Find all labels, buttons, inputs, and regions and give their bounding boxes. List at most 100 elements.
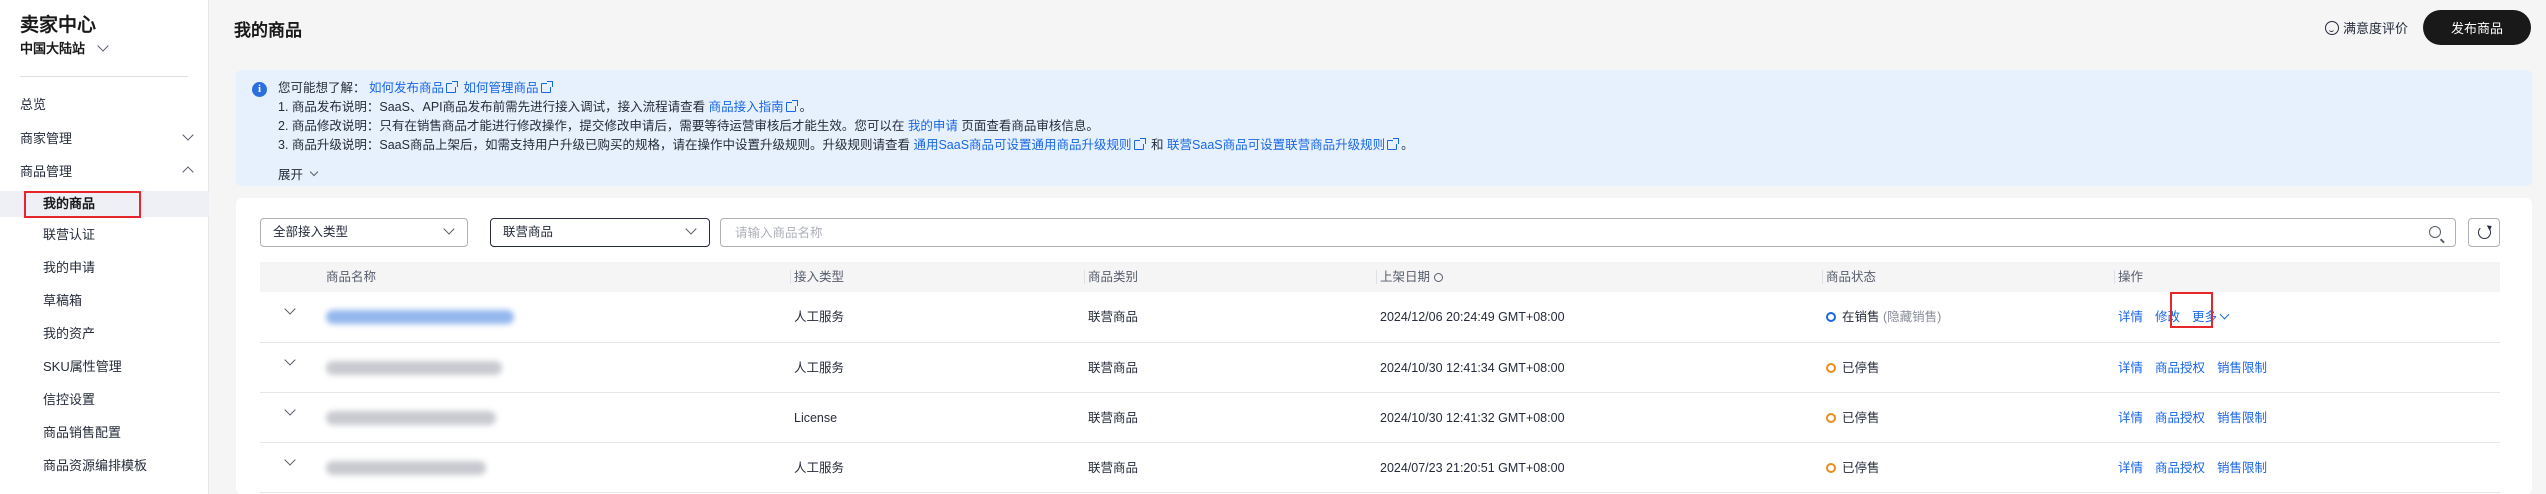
info-icon: i: [252, 82, 267, 97]
banner-line-0: 您可能想了解： 如何发布商品 如何管理商品: [278, 79, 555, 97]
sidebar-item-credit-settings[interactable]: 信控设置: [43, 389, 95, 411]
status-label: 已停售: [1842, 361, 1880, 375]
how-to-manage-link[interactable]: 如何管理商品: [464, 81, 539, 95]
sort-icon[interactable]: [1434, 273, 1444, 282]
region-selector[interactable]: 中国大陆站: [20, 38, 109, 57]
date-cell: 2024/07/23 21:20:51 GMT+08:00: [1380, 461, 1565, 475]
search-icon[interactable]: [2429, 226, 2441, 238]
refresh-button[interactable]: [2468, 218, 2500, 247]
col-header-name: 商品名称: [326, 270, 377, 284]
table-row: 人工服务 联营商品 2024/12/06 20:24:49 GMT+08:00 …: [260, 292, 2500, 343]
status-cell: 已停售: [1826, 443, 1880, 493]
refresh-icon: [2478, 226, 2491, 239]
product-authorization-link[interactable]: 商品授权: [2155, 411, 2205, 425]
my-applications-link[interactable]: 我的申请: [908, 119, 958, 133]
search-box: [720, 218, 2456, 247]
column-divider: [1822, 270, 1823, 284]
external-link-icon: [1133, 138, 1146, 150]
column-divider: [1084, 270, 1085, 284]
sidebar-item-sales-config[interactable]: 商品销售配置: [43, 422, 121, 444]
access-guide-link[interactable]: 商品接入指南: [709, 100, 784, 114]
info-banner: i 您可能想了解： 如何发布商品 如何管理商品 1. 商品发布说明：SaaS、A…: [236, 70, 2532, 186]
annotation-highlight-box: [2170, 292, 2213, 328]
category-value: 联营商品: [503, 225, 554, 239]
product-name-redacted[interactable]: [326, 461, 486, 475]
detail-link[interactable]: 详情: [2118, 411, 2143, 425]
sidebar-item-product-mgmt[interactable]: 商品管理: [20, 159, 194, 181]
banner-line-1: 1. 商品发布说明：SaaS、API商品发布前需先进行接入调试，接入流程请查看 …: [278, 98, 812, 116]
chevron-down-icon: [443, 223, 455, 235]
smile-icon: [2325, 20, 2339, 35]
region-label: 中国大陆站: [20, 41, 86, 56]
banner-text: 。: [1401, 138, 1414, 152]
sidebar-item-overview[interactable]: 总览: [20, 92, 192, 114]
publish-product-button[interactable]: 发布商品: [2423, 10, 2531, 45]
how-to-publish-link[interactable]: 如何发布商品: [369, 81, 444, 95]
product-authorization-link[interactable]: 商品授权: [2155, 461, 2205, 475]
access-type-cell: License: [794, 411, 838, 425]
general-upgrade-rule-link[interactable]: 通用SaaS商品可设置通用商品升级规则: [913, 138, 1131, 152]
chevron-down-icon: [685, 223, 697, 235]
external-link-icon: [785, 100, 798, 112]
column-divider: [790, 270, 791, 284]
actions-cell: 详情 商品授权 销售限制: [2118, 443, 2279, 493]
rating-link[interactable]: 满意度评价: [2325, 18, 2408, 37]
sidebar-item-joint-cert[interactable]: 联营认证: [43, 224, 95, 246]
chevron-down-icon: [2219, 309, 2230, 320]
access-type-select[interactable]: 全部接入类型: [260, 218, 468, 247]
status-dot-icon: [1826, 463, 1836, 473]
category-cell: 联营商品: [1088, 411, 1139, 425]
banner-text: 2. 商品修改说明：只有在销售商品才能进行修改操作，提交修改申请后，需要等待运营…: [278, 119, 905, 133]
detail-link[interactable]: 详情: [2118, 361, 2143, 375]
sales-restriction-link[interactable]: 销售限制: [2217, 411, 2267, 425]
sidebar-item-merchant[interactable]: 商家管理: [20, 126, 194, 148]
banner-text: 和: [1151, 138, 1164, 152]
sales-restriction-link[interactable]: 销售限制: [2217, 361, 2267, 375]
table-row: 人工服务 联营商品 2024/07/23 21:20:51 GMT+08:00 …: [260, 443, 2500, 493]
sidebar-item-my-assets[interactable]: 我的资产: [43, 323, 95, 345]
sidebar-item-drafts[interactable]: 草稿箱: [43, 290, 82, 312]
status-cell: 已停售: [1826, 343, 1880, 393]
sidebar-item-label: 总览: [20, 96, 47, 112]
status-note: (隐藏销售): [1883, 310, 1942, 324]
sidebar-item-resource-templates[interactable]: 商品资源编排模板: [43, 455, 147, 477]
expand-row-icon[interactable]: [284, 354, 296, 366]
access-type-cell: 人工服务: [794, 310, 845, 324]
col-header-actions: 操作: [2118, 270, 2144, 284]
sidebar-divider: [20, 76, 188, 77]
product-name-redacted[interactable]: [326, 411, 496, 425]
col-header-date[interactable]: 上架日期: [1380, 262, 1444, 292]
product-authorization-link[interactable]: 商品授权: [2155, 361, 2205, 375]
joint-upgrade-rule-link[interactable]: 联营SaaS商品可设置联营商品升级规则: [1167, 138, 1385, 152]
expand-row-icon[interactable]: [284, 454, 296, 466]
banner-line-3: 3. 商品升级说明：SaaS商品上架后，如需支持用户升级已购买的规格，请在操作中…: [278, 136, 1414, 154]
table-row: License 联营商品 2024/10/30 12:41:32 GMT+08:…: [260, 393, 2500, 443]
sidebar: 卖家中心 中国大陆站 总览 商家管理 商品管理 我的商品 联营认证 我的申请 草…: [0, 0, 209, 494]
expand-row-icon[interactable]: [284, 404, 296, 416]
banner-text: 页面查看商品审核信息。: [961, 119, 1099, 133]
expand-toggle[interactable]: 展开: [278, 164, 319, 183]
search-input[interactable]: [735, 219, 2415, 246]
status-cell: 已停售: [1826, 393, 1880, 443]
sales-restriction-link[interactable]: 销售限制: [2217, 461, 2267, 475]
chevron-down-icon: [97, 39, 109, 52]
product-name-redacted[interactable]: [326, 361, 502, 375]
sidebar-item-my-applications[interactable]: 我的申请: [43, 257, 95, 279]
detail-link[interactable]: 详情: [2118, 310, 2143, 324]
annotation-highlight-box: [24, 191, 141, 218]
expand-row-icon[interactable]: [284, 303, 296, 315]
col-header-status: 商品状态: [1826, 270, 1877, 284]
category-select[interactable]: 联营商品: [490, 218, 710, 247]
detail-link[interactable]: 详情: [2118, 461, 2143, 475]
status-dot-icon: [1826, 413, 1836, 423]
rating-label: 满意度评价: [2343, 21, 2409, 36]
chevron-down-icon: [309, 167, 319, 176]
actions-cell: 详情 商品授权 销售限制: [2118, 393, 2279, 443]
external-link-icon: [446, 81, 459, 93]
status-label: 在销售: [1842, 310, 1880, 324]
product-name-redacted[interactable]: [326, 310, 514, 324]
category-cell: 联营商品: [1088, 461, 1139, 475]
chevron-up-icon: [182, 166, 194, 178]
product-list-card: 全部接入类型 联营商品 商品名称 接入类型 商品类别 上架日期 商品状态 操作 …: [236, 198, 2532, 494]
sidebar-item-sku-attributes[interactable]: SKU属性管理: [43, 356, 122, 378]
